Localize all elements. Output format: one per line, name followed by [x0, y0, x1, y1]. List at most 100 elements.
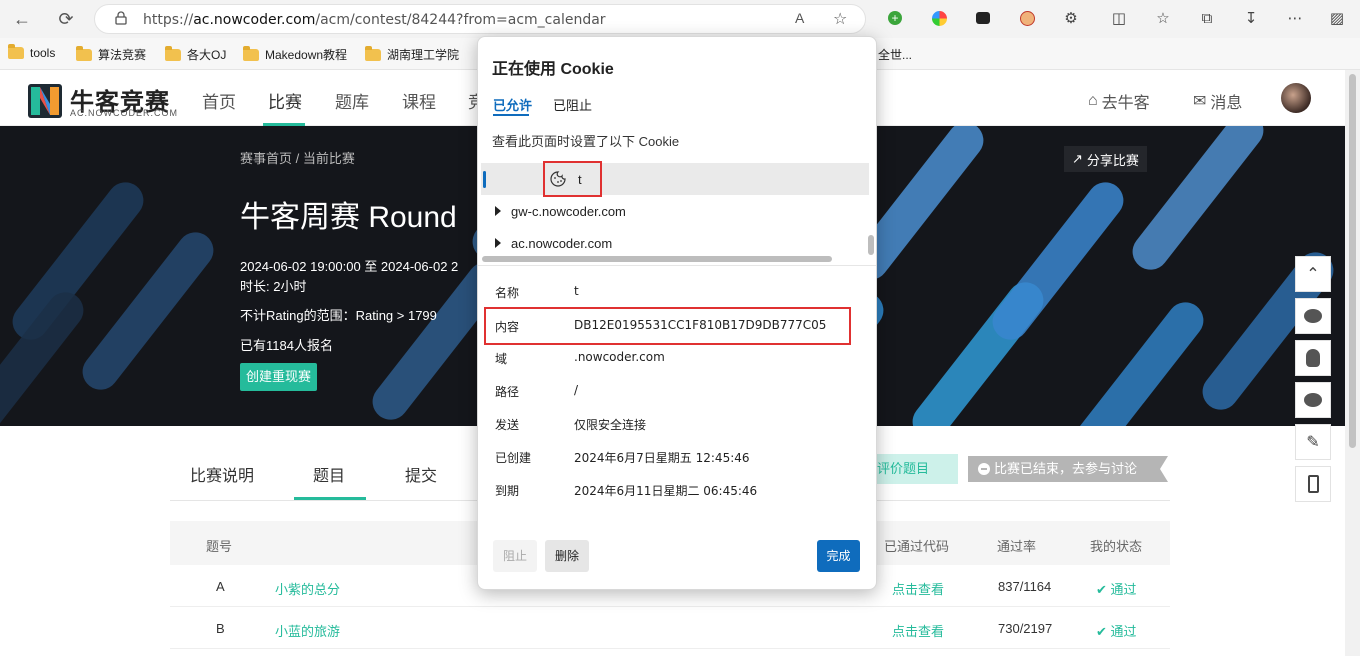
highlight-box: [484, 307, 851, 345]
tab-allowed[interactable]: 已允许: [493, 95, 532, 114]
table-row: B 小蓝的旅游 点击查看 730/2197 ✔ 通过: [170, 607, 1170, 649]
address-bar[interactable]: https://ac.nowcoder.com/acm/contest/8424…: [94, 4, 866, 34]
wechat-icon[interactable]: [1295, 382, 1331, 418]
prop-value-created: 2024年6月7日星期五 12:45:46: [574, 451, 750, 465]
tab-blocked[interactable]: 已阻止: [553, 95, 592, 114]
selection-indicator: [483, 171, 486, 188]
cookie-tree-item-domain[interactable]: ac.nowcoder.com: [481, 227, 869, 259]
qq-icon[interactable]: [1295, 340, 1331, 376]
extension-face-icon[interactable]: [1018, 9, 1036, 27]
favorites-icon[interactable]: ☆: [1154, 9, 1172, 27]
tab-allowed-underline: [493, 114, 529, 116]
nowcoder-logo-icon[interactable]: [28, 84, 62, 118]
folder-icon: [8, 44, 24, 59]
bookmark-folder[interactable]: 各大OJ: [165, 45, 226, 63]
minus-circle-icon: [978, 463, 990, 475]
folder-icon: [365, 45, 381, 61]
extension-colorful-icon[interactable]: [930, 9, 948, 27]
back-to-top-icon[interactable]: ⌃: [1295, 256, 1331, 292]
collections-icon[interactable]: ⧉: [1198, 9, 1216, 27]
pass-rate: 730/2197: [998, 621, 1053, 636]
breadcrumb[interactable]: 赛事首页 / 当前比赛: [240, 148, 355, 167]
block-button[interactable]: 阻止: [493, 540, 537, 572]
delete-button[interactable]: 删除: [545, 540, 589, 572]
split-screen-icon[interactable]: ◫: [1110, 9, 1128, 27]
status-passed: ✔ 通过: [1096, 624, 1137, 639]
folder-icon: [243, 45, 259, 61]
cookie-tree-item-domain[interactable]: gw-c.nowcoder.com: [481, 195, 869, 227]
prop-label-domain: 域: [495, 352, 508, 366]
avatar[interactable]: [1281, 83, 1311, 113]
done-button[interactable]: 完成: [817, 540, 860, 572]
prop-value-path: /: [574, 383, 579, 397]
nav-problems[interactable]: 题库: [335, 88, 369, 113]
bookmark-folder[interactable]: 湖南理工学院: [365, 45, 459, 63]
prop-label-path: 路径: [495, 385, 520, 399]
more-menu-icon[interactable]: ⋯: [1286, 9, 1304, 27]
downloads-icon[interactable]: ↧: [1242, 9, 1260, 27]
read-aloud-icon[interactable]: A: [795, 10, 804, 26]
extension-green-plus-icon[interactable]: +: [886, 9, 904, 27]
go-nowcoder-link[interactable]: ⌂ 去牛客: [1088, 89, 1150, 113]
home-icon: ⌂: [1088, 92, 1098, 109]
lock-icon: [115, 11, 127, 25]
folder-icon: [165, 45, 181, 61]
registered-count: 已有1184人报名: [240, 338, 333, 353]
create-replay-button[interactable]: 创建重现赛: [240, 363, 318, 391]
expand-caret-icon[interactable]: [495, 238, 501, 248]
problem-title-link[interactable]: 小蓝的旅游: [275, 621, 340, 640]
tab-problems[interactable]: 题目: [313, 462, 345, 486]
view-code-link[interactable]: 点击查看: [892, 579, 944, 598]
header-code: 已通过代码: [884, 539, 950, 554]
refresh-icon[interactable]: ⟳: [54, 7, 78, 31]
extension-dark-icon[interactable]: [974, 9, 992, 27]
share-contest-button[interactable]: ↗ 分享比赛: [1064, 146, 1147, 172]
share-icon: ↗: [1072, 151, 1083, 166]
extensions-puzzle-icon[interactable]: ⚙: [1062, 9, 1080, 27]
bookmark-overflow[interactable]: 全世...: [878, 46, 912, 63]
weibo-icon[interactable]: [1295, 298, 1331, 334]
folder-icon: [76, 45, 92, 61]
prop-label-send: 发送: [495, 418, 520, 432]
browser-toolbar: ← ⟳ https://ac.nowcoder.com/acm/contest/…: [0, 0, 1360, 38]
page-scrollbar-thumb[interactable]: [1349, 74, 1356, 448]
tab-submissions[interactable]: 提交: [405, 462, 437, 486]
prop-label-name: 名称: [495, 286, 520, 300]
tree-horizontal-scrollbar[interactable]: [482, 256, 832, 262]
rate-problems-button[interactable]: 评价题目: [873, 454, 958, 484]
tree-vertical-scrollbar[interactable]: [868, 235, 874, 255]
contest-ended-badge[interactable]: 比赛已结束，去参与讨论: [968, 456, 1168, 482]
contest-time: 2024-06-02 19:00:00 至 2024-06-02 2: [240, 259, 459, 274]
header-id: 题号: [206, 539, 233, 554]
check-icon: ✔: [1096, 582, 1107, 597]
url-text: https://ac.nowcoder.com/acm/contest/8424…: [143, 12, 606, 28]
view-code-link[interactable]: 点击查看: [892, 621, 944, 640]
header-status: 我的状态: [1090, 539, 1143, 554]
status-passed: ✔ 通过: [1096, 582, 1137, 597]
mobile-icon[interactable]: [1295, 466, 1331, 502]
cookie-tree-item-t[interactable]: t: [481, 163, 869, 195]
contest-title: 牛客周赛 Round: [240, 201, 457, 234]
favorite-star-icon[interactable]: ☆: [833, 9, 847, 29]
feedback-pencil-icon[interactable]: ✎: [1295, 424, 1331, 460]
prop-value-expires: 2024年6月11日星期二 06:45:46: [574, 484, 758, 498]
problem-title-link[interactable]: 小紫的总分: [275, 579, 340, 598]
tab-active-underline: [294, 497, 366, 500]
page-scrollbar[interactable]: [1345, 70, 1360, 656]
back-arrow-icon[interactable]: ←: [10, 7, 34, 31]
expand-caret-icon[interactable]: [495, 206, 501, 216]
prop-value-domain: .nowcoder.com: [574, 350, 665, 364]
contest-duration: 时长: 2小时: [240, 279, 307, 294]
prop-value-send: 仅限安全连接: [574, 418, 647, 432]
bookmark-folder[interactable]: tools: [8, 44, 55, 60]
bookmark-folder[interactable]: Makedown教程: [243, 45, 347, 63]
tab-description[interactable]: 比赛说明: [190, 462, 254, 486]
prop-label-created: 已创建: [495, 451, 532, 465]
problem-id: B: [216, 621, 225, 636]
bookmark-folder[interactable]: 算法竞赛: [76, 45, 146, 63]
messages-link[interactable]: ✉ 消息: [1193, 89, 1242, 113]
nav-contest[interactable]: 比赛: [268, 88, 302, 113]
nav-courses[interactable]: 课程: [402, 88, 436, 113]
nav-home[interactable]: 首页: [202, 88, 236, 113]
sidebar-toggle-icon[interactable]: ▨: [1328, 9, 1346, 27]
